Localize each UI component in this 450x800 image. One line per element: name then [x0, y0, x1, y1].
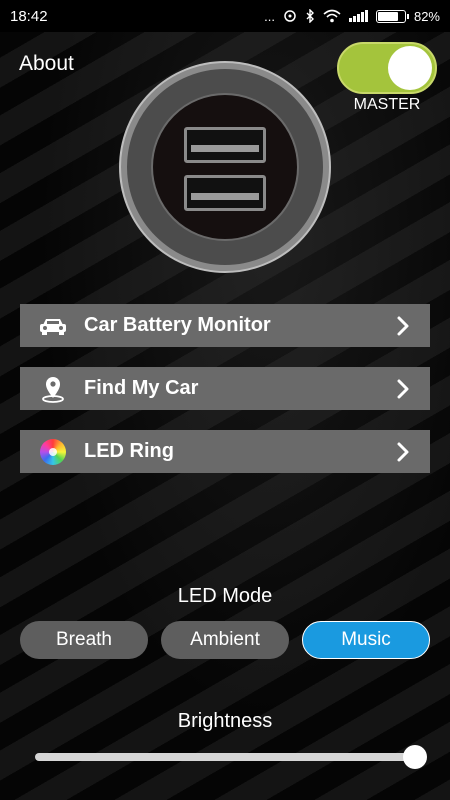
led-mode-title: LED Mode: [177, 585, 273, 607]
status-bar: 18:42 ... 82%: [0, 0, 450, 32]
usb-port-icon: [184, 175, 266, 211]
menu-item-label: Car Battery Monitor: [84, 314, 271, 336]
master-label: MASTER: [353, 96, 421, 113]
mode-button-music[interactable]: Music: [302, 621, 430, 659]
battery-icon: [375, 9, 409, 23]
status-time: 18:42: [10, 7, 48, 25]
chevron-right-icon: [397, 379, 409, 398]
about-link[interactable]: About: [19, 52, 74, 76]
bluetooth-icon: [306, 9, 314, 23]
master-toggle[interactable]: [337, 42, 437, 94]
chevron-right-icon: [397, 442, 409, 461]
brightness-title: Brightness: [177, 710, 273, 732]
menu-item-car-battery-monitor[interactable]: Car Battery Monitor: [20, 304, 430, 347]
mode-button-ambient[interactable]: Ambient: [161, 621, 289, 659]
color-wheel-icon: [38, 437, 68, 467]
menu-item-find-my-car[interactable]: Find My Car: [20, 367, 430, 410]
signal-icon: [348, 10, 368, 22]
battery-percent: 82%: [413, 8, 440, 24]
usb-charger-illustration: [119, 61, 331, 273]
mode-button-breath[interactable]: Breath: [20, 621, 148, 659]
status-icons: ... 82%: [264, 9, 440, 24]
wifi-icon: [323, 9, 341, 23]
notification-dots: ...: [264, 8, 275, 24]
sync-icon: [284, 10, 296, 22]
menu-item-led-ring[interactable]: LED Ring: [20, 430, 430, 473]
brightness-slider-thumb[interactable]: [403, 745, 427, 769]
usb-port-icon: [184, 127, 266, 163]
menu-item-label: LED Ring: [84, 440, 174, 462]
location-pin-icon: [38, 374, 68, 404]
chevron-right-icon: [397, 316, 409, 335]
car-icon: [38, 311, 68, 341]
brightness-slider-track[interactable]: [35, 753, 415, 761]
toggle-knob: [388, 46, 432, 90]
menu-item-label: Find My Car: [84, 377, 199, 399]
